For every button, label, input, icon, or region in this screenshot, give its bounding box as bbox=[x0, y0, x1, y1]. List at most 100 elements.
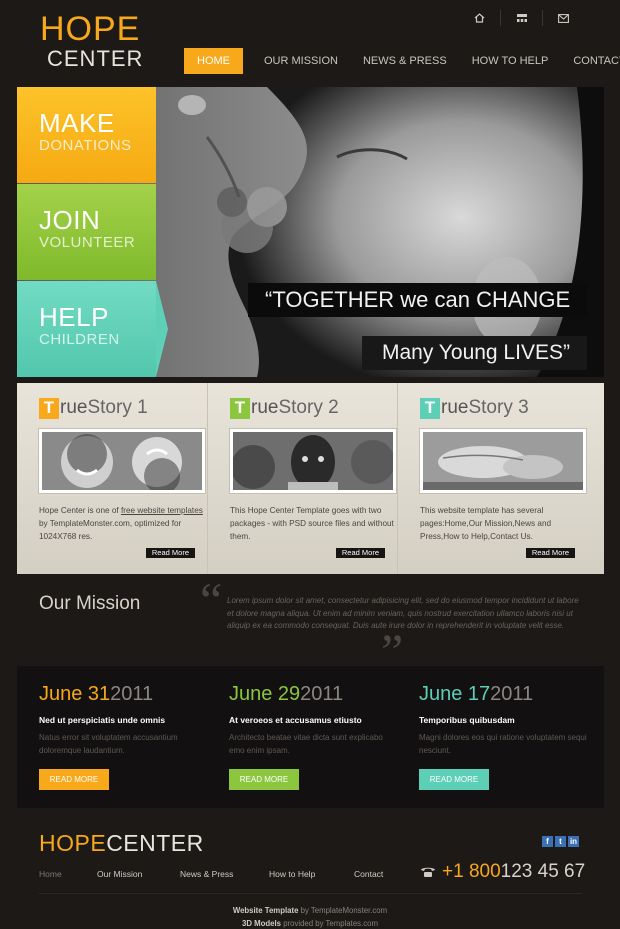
event-year: 2011 bbox=[490, 683, 534, 705]
logo-center: CENTER bbox=[47, 46, 144, 71]
mission-quote-text: Lorem ipsum dolor sit amet, consectetur … bbox=[227, 596, 579, 630]
story-image[interactable] bbox=[420, 429, 586, 493]
event-read-more-button[interactable]: READ MORE bbox=[39, 769, 109, 790]
credit2-label[interactable]: 3D Models bbox=[242, 919, 281, 928]
join-volunteer-tile[interactable]: JOIN VOLUNTEER bbox=[17, 184, 156, 280]
sitemap-icon[interactable] bbox=[500, 10, 542, 26]
nav-home[interactable]: HOME bbox=[184, 48, 243, 74]
social-links: f t in bbox=[542, 836, 579, 847]
mail-icon[interactable] bbox=[542, 10, 584, 26]
event-read-more-button[interactable]: READ MORE bbox=[229, 769, 299, 790]
event-text: Architecto beatae vitae dicta sunt expli… bbox=[229, 733, 383, 755]
phone-icon bbox=[421, 867, 435, 877]
story-text: This Hope Center Template goes with two … bbox=[230, 506, 394, 541]
event-text: Natus error sit voluptatem accusantium d… bbox=[39, 733, 178, 755]
read-more-button[interactable]: Read More bbox=[145, 548, 195, 558]
footer-nav-how-to-help[interactable]: How to Help bbox=[269, 869, 315, 879]
facebook-icon[interactable]: f bbox=[542, 836, 553, 847]
story-image[interactable] bbox=[230, 429, 396, 493]
phone-number: +1 800 123 45 67 bbox=[420, 861, 585, 883]
event-day: June 31 bbox=[39, 683, 111, 705]
story-heading: T rueStory 3 bbox=[420, 397, 587, 419]
true-stories-section: T rueStory 1 Hope Center is one of free … bbox=[17, 383, 604, 574]
phone-digits: 123 45 67 bbox=[500, 861, 586, 882]
event-title: Temporibus quibusdam bbox=[419, 715, 515, 725]
story-heading-rue: rue bbox=[441, 397, 469, 418]
footer-logo-hope: HOPE bbox=[39, 830, 107, 856]
nav-news-press[interactable]: NEWS & PRESS bbox=[353, 48, 457, 74]
footer-logo[interactable]: HOPECENTER bbox=[39, 830, 204, 857]
story-heading-suffix: Story 1 bbox=[87, 397, 148, 418]
free-templates-link[interactable]: free website templates bbox=[121, 506, 203, 515]
home-icon[interactable] bbox=[458, 10, 500, 26]
footer-nav-home[interactable]: Home bbox=[39, 869, 62, 879]
story-text-pre: Hope Center is one of bbox=[39, 506, 121, 515]
our-mission-heading: Our Mission bbox=[39, 593, 141, 614]
story-letter-badge: T bbox=[39, 397, 59, 419]
hero-banner: MAKE DONATIONS JOIN VOLUNTEER HELP CHILD… bbox=[17, 87, 604, 377]
event-title: Ned ut perspiciatis unde omnis bbox=[39, 715, 166, 725]
twitter-icon[interactable]: t bbox=[555, 836, 566, 847]
event-item: June 172011 Temporibus quibusdam Magni d… bbox=[397, 666, 587, 808]
credit1-label[interactable]: Website Template bbox=[233, 906, 299, 915]
site-logo[interactable]: HOPE CENTER bbox=[40, 12, 160, 71]
event-read-more-button[interactable]: READ MORE bbox=[419, 769, 489, 790]
event-text: Magni dolores eos qui ratione voluptatem… bbox=[419, 733, 587, 755]
story-heading: T rueStory 2 bbox=[230, 397, 397, 419]
story-photo-hands bbox=[423, 432, 583, 490]
story-image[interactable] bbox=[39, 429, 205, 493]
event-year: 2011 bbox=[110, 683, 154, 705]
footer-divider bbox=[39, 893, 582, 894]
footer-nav-our-mission[interactable]: Our Mission bbox=[97, 869, 142, 879]
help-title: HELP bbox=[39, 302, 109, 332]
linkedin-icon[interactable]: in bbox=[568, 836, 579, 847]
story-card: T rueStory 2 This Hope Center Template g… bbox=[207, 383, 397, 574]
read-more-button[interactable]: Read More bbox=[335, 548, 385, 558]
story-heading: T rueStory 1 bbox=[39, 397, 207, 419]
story-heading-rue: rue bbox=[251, 397, 279, 418]
story-letter-badge: T bbox=[420, 397, 440, 419]
story-heading-suffix: Story 3 bbox=[468, 397, 529, 418]
hero-quote-line2: Many Young LIVES” bbox=[362, 336, 587, 370]
footer-nav-contact[interactable]: Contact bbox=[354, 869, 383, 879]
footer-nav-news-press[interactable]: News & Press bbox=[180, 869, 233, 879]
event-title: At veroeos et accusamus etiusto bbox=[229, 715, 362, 725]
nav-our-mission[interactable]: OUR MISSION bbox=[254, 48, 348, 74]
story-text: Hope Center is one of free website templ… bbox=[39, 504, 205, 543]
event-item: June 292011 At veroeos et accusamus etiu… bbox=[207, 666, 397, 808]
credit-line-1: Website Template by TemplateMonster.com bbox=[0, 906, 620, 915]
event-day: June 29 bbox=[229, 683, 301, 705]
events-section: June 312011 Ned ut perspiciatis unde omn… bbox=[17, 666, 604, 808]
credit-line-2: 3D Models provided by Templates.com bbox=[0, 919, 620, 928]
join-subtitle: VOLUNTEER bbox=[39, 234, 136, 251]
hero-quote-line1: “TOGETHER we can CHANGE bbox=[248, 283, 588, 317]
nav-contact[interactable]: CONTACT bbox=[563, 48, 620, 74]
story-text-post: by TemplateMonster.com, optimized for 10… bbox=[39, 519, 182, 541]
make-donations-tile[interactable]: MAKE DONATIONS bbox=[17, 87, 156, 183]
make-subtitle: DONATIONS bbox=[39, 137, 132, 154]
event-year: 2011 bbox=[300, 683, 344, 705]
story-letter-badge: T bbox=[230, 397, 250, 419]
event-date: June 172011 bbox=[419, 682, 587, 706]
page: HOPE CENTER HOME OUR MISSION NEWS & PRES… bbox=[0, 0, 620, 929]
story-card: T rueStory 1 Hope Center is one of free … bbox=[17, 383, 207, 574]
nav-how-to-help[interactable]: HOW TO HELP bbox=[462, 48, 559, 74]
credit2-text: provided by Templates.com bbox=[281, 919, 378, 928]
story-photo-kids bbox=[42, 432, 202, 490]
event-day: June 17 bbox=[419, 683, 491, 705]
story-photo-child bbox=[233, 432, 393, 490]
help-children-tile[interactable]: HELP CHILDREN bbox=[17, 281, 168, 377]
main-nav: HOME OUR MISSION NEWS & PRESS HOW TO HEL… bbox=[184, 48, 620, 74]
event-date: June 312011 bbox=[39, 682, 207, 706]
story-heading-suffix: Story 2 bbox=[278, 397, 339, 418]
phone-prefix: +1 800 bbox=[442, 861, 501, 882]
event-date: June 292011 bbox=[229, 682, 397, 706]
story-text: This website template has several pages:… bbox=[420, 506, 552, 541]
credit1-text: by TemplateMonster.com bbox=[298, 906, 388, 915]
event-item: June 312011 Ned ut perspiciatis unde omn… bbox=[17, 666, 207, 808]
read-more-button[interactable]: Read More bbox=[525, 548, 575, 558]
join-title: JOIN bbox=[39, 205, 101, 235]
open-quote-icon: “ bbox=[200, 572, 223, 628]
tile-arrow bbox=[156, 281, 168, 377]
story-card: T rueStory 3 This website template has s… bbox=[397, 383, 587, 574]
